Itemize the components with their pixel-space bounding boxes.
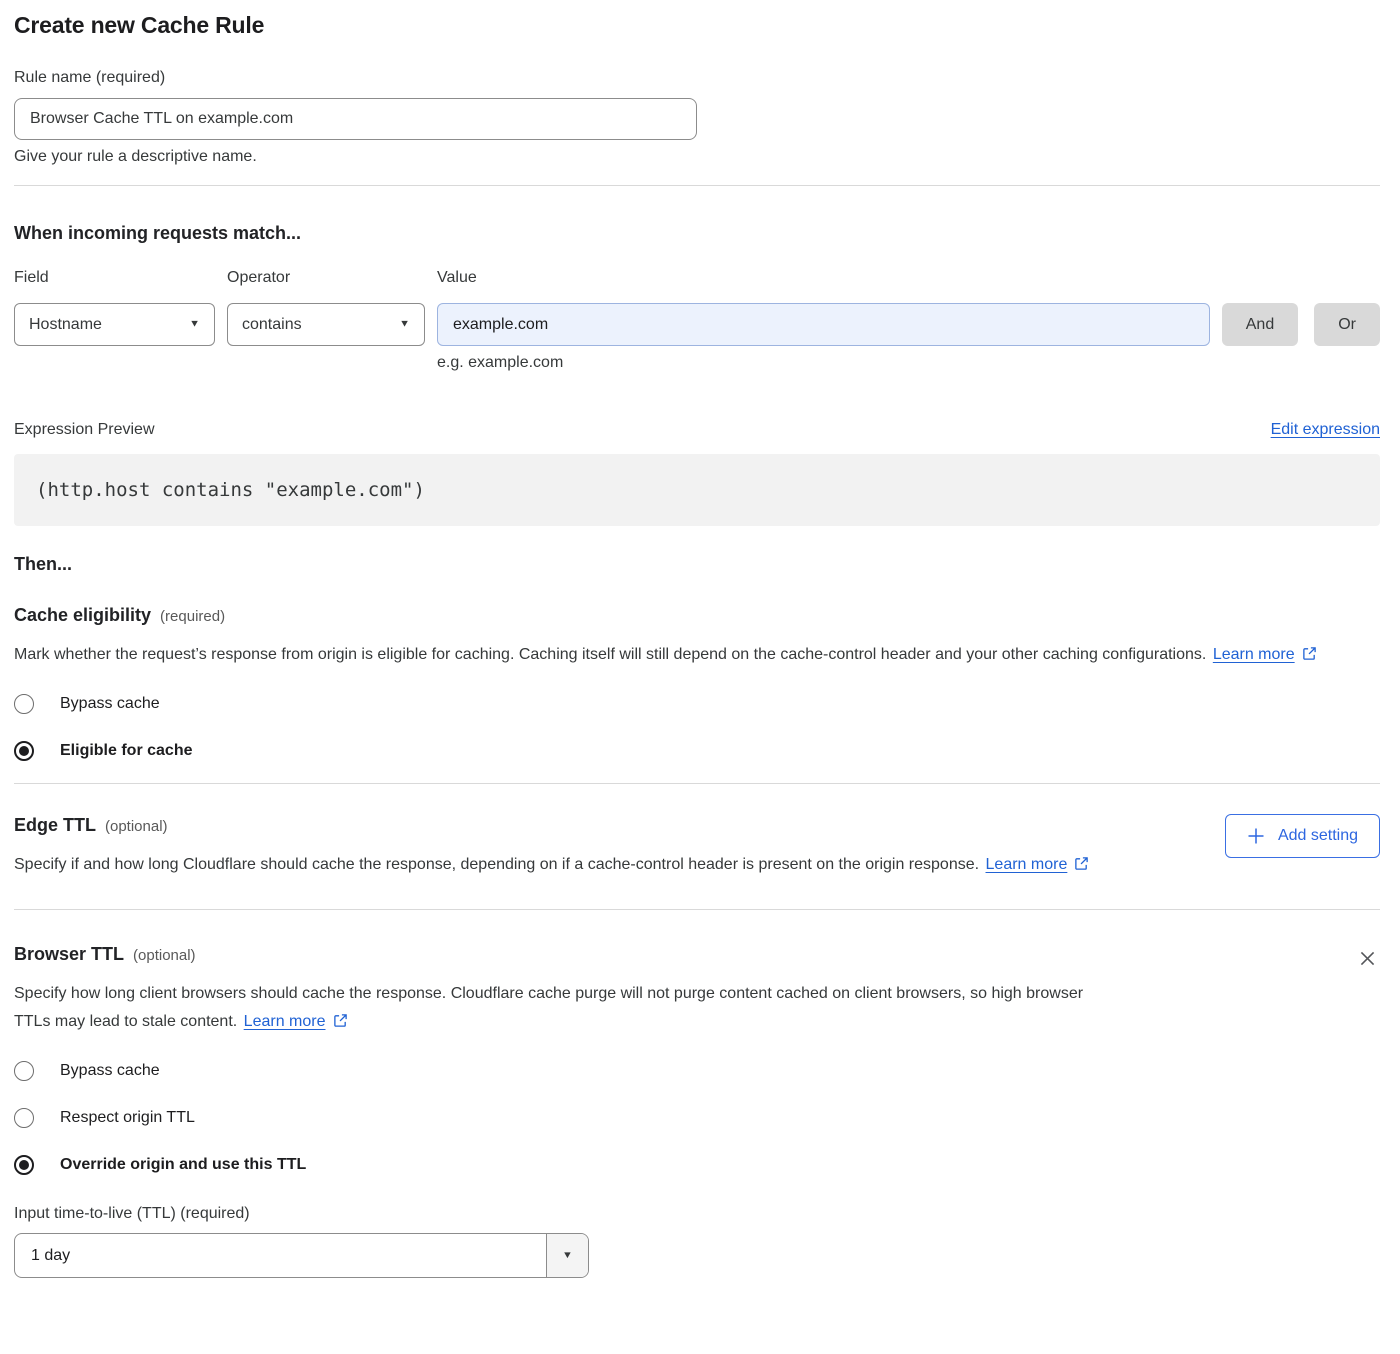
- field-column: Field Hostname ▼: [14, 269, 215, 346]
- radio-browser-bypass-cache[interactable]: [14, 1061, 34, 1081]
- browser-ttl-learn-more-link[interactable]: Learn more: [244, 1013, 326, 1030]
- edge-ttl-qualifier: (optional): [105, 818, 168, 835]
- browser-ttl-header: Browser TTL (optional) Specify how long c…: [14, 944, 1380, 1036]
- radio-label: Respect origin TTL: [60, 1109, 195, 1127]
- radio-respect-origin-ttl[interactable]: [14, 1108, 34, 1128]
- match-section: When incoming requests match... Field Ho…: [14, 223, 1380, 372]
- edge-ttl-header: Edge TTL (optional) Specify if and how lo…: [14, 815, 1380, 879]
- chevron-down-icon: ▼: [399, 320, 410, 330]
- radio-label: Bypass cache: [60, 695, 160, 713]
- edge-ttl-learn-more-link[interactable]: Learn more: [986, 856, 1068, 873]
- external-link-icon: [333, 1013, 348, 1028]
- chevron-down-icon: ▼: [562, 1251, 573, 1261]
- add-setting-button[interactable]: Add setting: [1225, 814, 1380, 858]
- browser-ttl-heading-text: Browser TTL: [14, 944, 124, 964]
- chevron-down-icon: ▼: [189, 320, 200, 330]
- radio-label: Override origin and use this TTL: [60, 1156, 306, 1174]
- edge-ttl-header-left: Edge TTL (optional) Specify if and how lo…: [14, 815, 1225, 879]
- rule-name-input[interactable]: [14, 98, 697, 140]
- value-help: e.g. example.com: [437, 354, 1210, 372]
- radio-eligible-for-cache[interactable]: [14, 741, 34, 761]
- and-button[interactable]: And: [1222, 303, 1298, 346]
- ttl-input-label: Input time-to-live (TTL) (required): [14, 1205, 1380, 1223]
- create-cache-rule-form: Create new Cache Rule Rule name (require…: [0, 0, 1400, 1294]
- browser-ttl-header-left: Browser TTL (optional) Specify how long c…: [14, 944, 1355, 1036]
- external-link-icon: [1074, 856, 1089, 871]
- cache-eligibility-heading: Cache eligibility (required): [14, 605, 1380, 626]
- radio-row-eligible-for-cache[interactable]: Eligible for cache: [14, 741, 1380, 761]
- edge-ttl-heading: Edge TTL (optional): [14, 815, 1225, 836]
- browser-ttl-description: Specify how long client browsers should …: [14, 980, 1122, 1036]
- ttl-select[interactable]: 1 day ▼: [14, 1233, 589, 1278]
- or-button[interactable]: Or: [1314, 303, 1380, 346]
- cache-eligibility-description-text: Mark whether the request’s response from…: [14, 646, 1206, 663]
- expression-code: (http.host contains "example.com"): [36, 479, 425, 501]
- close-icon: [1357, 948, 1378, 969]
- field-select-value: Hostname: [29, 316, 102, 334]
- edge-ttl-heading-text: Edge TTL: [14, 815, 96, 835]
- then-heading: Then...: [14, 554, 1380, 575]
- cache-eligibility-learn-more-link[interactable]: Learn more: [1213, 646, 1295, 663]
- edge-ttl-section: Edge TTL (optional) Specify if and how lo…: [14, 815, 1380, 879]
- operator-select-value: contains: [242, 316, 302, 334]
- external-link-icon: [1302, 646, 1317, 661]
- and-button-column: And: [1222, 269, 1298, 346]
- remove-browser-ttl-button[interactable]: [1355, 946, 1380, 971]
- radio-row-respect-origin-ttl[interactable]: Respect origin TTL: [14, 1108, 1380, 1128]
- cache-eligibility-qualifier: (required): [160, 608, 225, 625]
- expression-code-block: (http.host contains "example.com"): [14, 454, 1380, 526]
- radio-override-origin-ttl[interactable]: [14, 1155, 34, 1175]
- cache-eligibility-section: Cache eligibility (required) Mark whether…: [14, 605, 1380, 761]
- ttl-select-value: 1 day: [15, 1234, 546, 1277]
- field-select[interactable]: Hostname ▼: [14, 303, 215, 346]
- value-input[interactable]: [437, 303, 1210, 346]
- expression-header: Expression Preview Edit expression: [14, 421, 1380, 439]
- section-divider: [14, 783, 1380, 784]
- radio-row-browser-bypass-cache[interactable]: Bypass cache: [14, 1061, 1380, 1081]
- add-setting-label: Add setting: [1278, 827, 1358, 845]
- edge-ttl-description-text: Specify if and how long Cloudflare shoul…: [14, 856, 979, 873]
- operator-select[interactable]: contains ▼: [227, 303, 425, 346]
- edge-ttl-description: Specify if and how long Cloudflare shoul…: [14, 851, 1122, 879]
- cache-eligibility-heading-text: Cache eligibility: [14, 605, 151, 625]
- cache-eligibility-description: Mark whether the request’s response from…: [14, 641, 1359, 669]
- match-builder-row: Field Hostname ▼ Operator contains ▼ Val…: [14, 269, 1380, 372]
- radio-label: Eligible for cache: [60, 742, 192, 760]
- rule-name-help: Give your rule a descriptive name.: [14, 148, 1380, 166]
- expression-preview-label: Expression Preview: [14, 421, 155, 439]
- radio-row-override-origin-ttl[interactable]: Override origin and use this TTL: [14, 1155, 1380, 1175]
- browser-ttl-description-text: Specify how long client browsers should …: [14, 985, 1083, 1030]
- section-divider: [14, 185, 1380, 186]
- browser-ttl-qualifier: (optional): [133, 947, 196, 964]
- value-label: Value: [437, 269, 1210, 287]
- ttl-select-caret-box[interactable]: ▼: [546, 1234, 588, 1277]
- browser-ttl-section: Browser TTL (optional) Specify how long c…: [14, 944, 1380, 1278]
- match-heading: When incoming requests match...: [14, 223, 1380, 244]
- radio-row-bypass-cache[interactable]: Bypass cache: [14, 694, 1380, 714]
- radio-bypass-cache[interactable]: [14, 694, 34, 714]
- expression-preview-section: Expression Preview Edit expression (http…: [14, 421, 1380, 526]
- edit-expression-link[interactable]: Edit expression: [1271, 421, 1380, 439]
- rule-name-section: Rule name (required) Give your rule a de…: [14, 69, 1380, 166]
- page-title: Create new Cache Rule: [14, 12, 1380, 39]
- radio-label: Bypass cache: [60, 1062, 160, 1080]
- browser-ttl-heading: Browser TTL (optional): [14, 944, 1355, 965]
- section-divider: [14, 909, 1380, 910]
- plus-icon: [1247, 827, 1265, 845]
- operator-column: Operator contains ▼: [227, 269, 425, 346]
- field-label: Field: [14, 269, 215, 287]
- value-column: Value e.g. example.com: [437, 269, 1210, 372]
- rule-name-label: Rule name (required): [14, 69, 1380, 87]
- or-button-column: Or: [1314, 269, 1380, 346]
- operator-label: Operator: [227, 269, 425, 287]
